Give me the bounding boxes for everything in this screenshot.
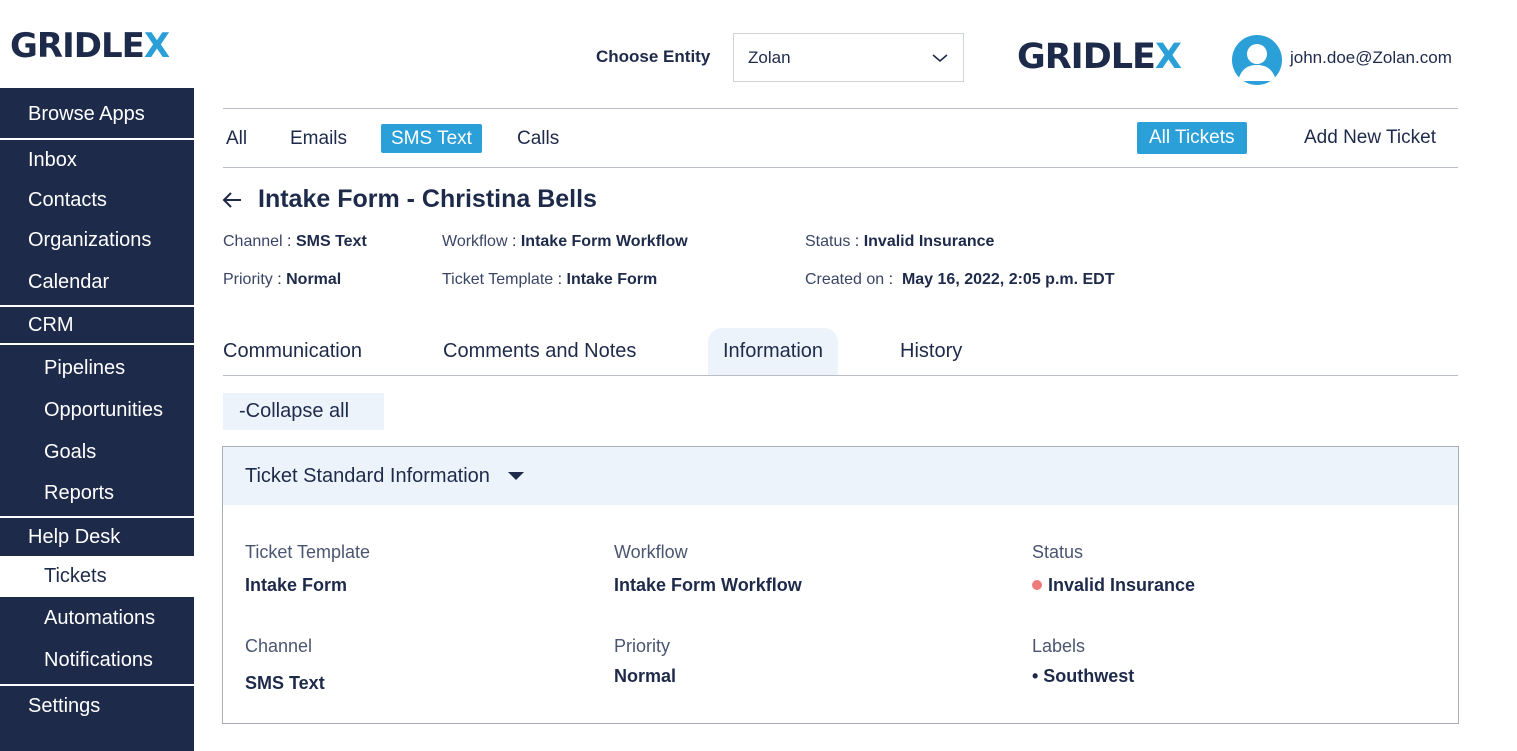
sidebar-divider xyxy=(0,343,194,345)
tab-history[interactable]: History xyxy=(885,328,977,375)
sidebar-item-inbox[interactable]: Inbox xyxy=(0,140,194,180)
brand-logo: GRIDLEX xyxy=(10,26,170,66)
sidebar-item-pipelines[interactable]: Pipelines xyxy=(0,347,194,389)
divider xyxy=(223,108,1458,109)
meta-template: Ticket Template : Intake Form xyxy=(442,271,658,288)
sidebar-item-organizations[interactable]: Organizations xyxy=(0,220,194,260)
meta-key: Created on xyxy=(805,271,885,288)
field-value-template: Intake Form xyxy=(245,575,348,595)
field-label-template: Ticket Template xyxy=(245,542,371,562)
add-new-ticket-button[interactable]: Add New Ticket xyxy=(1292,122,1448,154)
meta-workflow: Workflow : Intake Form Workflow xyxy=(442,233,688,250)
back-arrow-icon[interactable] xyxy=(220,188,244,212)
avatar[interactable] xyxy=(1232,35,1282,85)
all-tickets-button[interactable]: All Tickets xyxy=(1137,122,1247,154)
field-label-priority: Priority xyxy=(614,636,671,656)
meta-status: Status : Invalid Insurance xyxy=(805,233,995,250)
panel-header[interactable]: Ticket Standard Information xyxy=(223,447,1458,505)
logo-accent: X xyxy=(143,26,170,66)
field-value-priority: Normal xyxy=(614,666,677,686)
chevron-down-icon xyxy=(932,54,948,63)
meta-value: SMS Text xyxy=(295,233,367,250)
meta-key: Status xyxy=(805,233,851,250)
meta-value: Intake Form Workflow xyxy=(520,233,688,250)
field-value-labels: • Southwest xyxy=(1032,666,1135,686)
meta-value: Invalid Insurance xyxy=(863,233,995,250)
entity-logo: GRIDLEX xyxy=(1017,37,1182,77)
sidebar-item-browse-apps[interactable]: Browse Apps xyxy=(0,94,194,134)
field-value-status: Invalid Insurance xyxy=(1032,575,1195,596)
user-icon xyxy=(1238,44,1276,81)
tab-calls[interactable]: Calls xyxy=(507,124,569,153)
logo-text: GRIDLE xyxy=(1017,37,1156,77)
caret-down-icon xyxy=(507,472,524,480)
divider xyxy=(223,167,1458,168)
meta-key: Ticket Template xyxy=(442,271,554,288)
tab-all[interactable]: All xyxy=(216,124,257,153)
field-label-workflow: Workflow xyxy=(614,542,688,562)
field-value-workflow: Intake Form Workflow xyxy=(614,575,802,595)
sidebar-item-goals[interactable]: Goals xyxy=(0,431,194,473)
field-value-channel: SMS Text xyxy=(245,673,325,693)
sidebar: Browse Apps Inbox Contacts Organizations… xyxy=(0,88,194,751)
sidebar-item-opportunities[interactable]: Opportunities xyxy=(0,389,194,431)
meta-value: Normal xyxy=(286,271,342,288)
status-text: Invalid Insurance xyxy=(1048,575,1196,595)
sidebar-item-automations[interactable]: Automations xyxy=(0,598,194,639)
meta-value: May 16, 2022, 2:05 p.m. EDT xyxy=(901,271,1115,288)
meta-channel: Channel : SMS Text xyxy=(223,233,367,250)
meta-priority: Priority : Normal xyxy=(223,271,342,288)
field-label-channel: Channel xyxy=(245,636,313,656)
logo-accent: X xyxy=(1154,37,1182,77)
sidebar-item-reports[interactable]: Reports xyxy=(0,473,194,513)
entity-select[interactable]: Zolan xyxy=(733,33,964,82)
tab-sms-text[interactable]: SMS Text xyxy=(381,124,482,153)
sidebar-item-settings[interactable]: Settings xyxy=(0,686,194,726)
collapse-all-button[interactable]: -Collapse all xyxy=(223,393,384,430)
sidebar-item-crm[interactable]: CRM xyxy=(0,307,194,344)
ticket-standard-info-panel: Ticket Standard Information Ticket Templ… xyxy=(222,446,1459,724)
sidebar-item-tickets[interactable]: Tickets xyxy=(0,556,194,597)
status-dot-icon xyxy=(1032,580,1042,591)
tab-emails[interactable]: Emails xyxy=(280,124,357,153)
field-label-status: Status xyxy=(1032,542,1084,562)
tab-comments-and-notes[interactable]: Comments and Notes xyxy=(428,328,651,375)
user-email[interactable]: john.doe@Zolan.com xyxy=(1290,48,1452,68)
logo-text: GRIDLE xyxy=(10,26,145,66)
entity-value: Zolan xyxy=(748,47,791,67)
meta-key: Workflow xyxy=(442,233,508,250)
sidebar-item-notifications[interactable]: Notifications xyxy=(0,639,194,681)
sidebar-item-contacts[interactable]: Contacts xyxy=(0,180,194,220)
sidebar-item-calendar[interactable]: Calendar xyxy=(0,262,194,302)
tab-information[interactable]: Information xyxy=(708,328,839,375)
meta-created: Created on : May 16, 2022, 2:05 p.m. EDT xyxy=(805,271,1115,288)
tab-communication[interactable]: Communication xyxy=(208,328,377,375)
meta-value: Intake Form xyxy=(566,271,658,288)
field-label-labels: Labels xyxy=(1032,636,1086,656)
page-title: Intake Form - Christina Bells xyxy=(258,185,597,213)
sidebar-item-help-desk[interactable]: Help Desk xyxy=(0,518,194,556)
meta-key: Priority xyxy=(223,271,273,288)
divider xyxy=(223,375,1458,376)
meta-key: Channel xyxy=(223,233,283,250)
panel-title: Ticket Standard Information xyxy=(245,464,490,487)
entity-label: Choose Entity xyxy=(596,47,711,66)
